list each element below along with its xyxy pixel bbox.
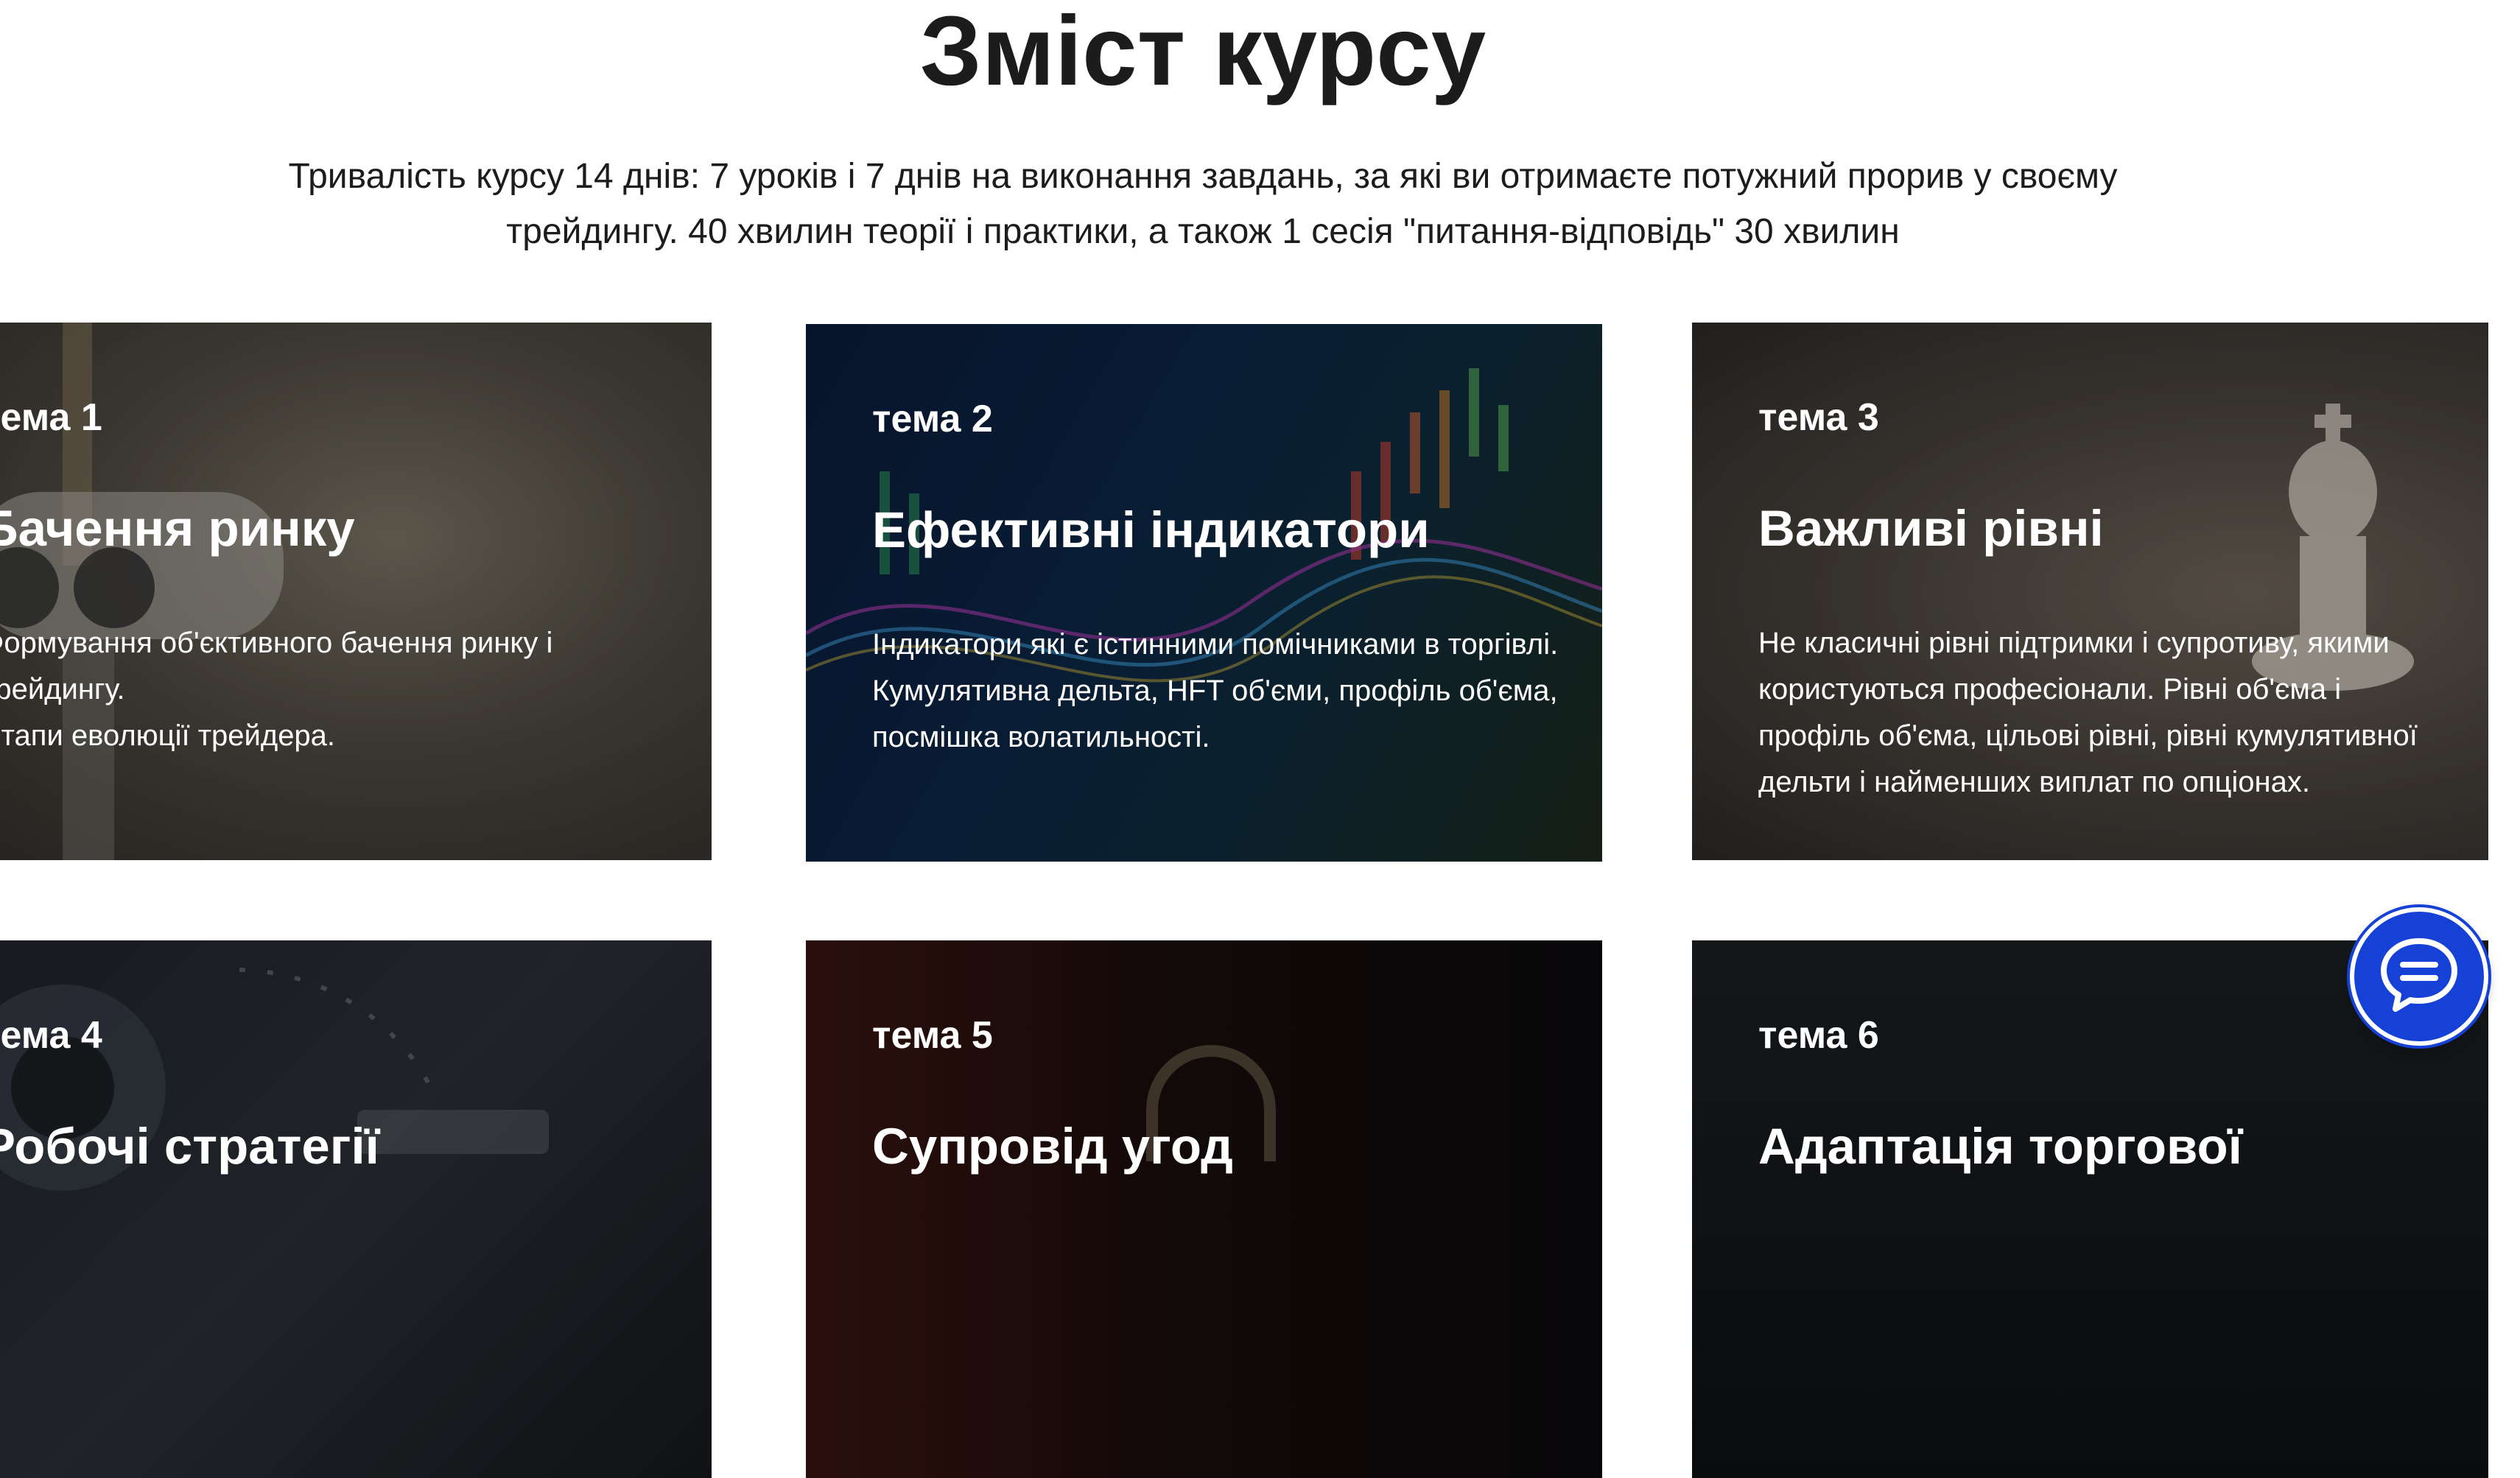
topic-heading: Робочі стратегії bbox=[0, 1118, 380, 1175]
topic-heading: Бачення ринку bbox=[0, 500, 355, 557]
course-description: Тривалість курсу 14 днів: 7 уроків і 7 д… bbox=[288, 157, 2118, 251]
topic-heading: Важливі рівні bbox=[1758, 500, 2104, 557]
card-overlay bbox=[0, 323, 712, 860]
page-title: Зміст курсу bbox=[919, 0, 1487, 106]
topic-heading: Ефективні індикатори bbox=[872, 502, 1430, 558]
topic-number: тема 1 bbox=[0, 396, 102, 439]
topic-card-2[interactable]: тема 2 Ефективні індикатори Індикатори я… bbox=[806, 324, 1602, 862]
topic-card-4[interactable]: тема 4 Робочі стратегії bbox=[0, 940, 712, 1478]
topic-description: Формування об'єктивного бачення ринку і … bbox=[0, 620, 682, 759]
topic-description-line: Індикатори які є істинними помічниками в… bbox=[872, 628, 1559, 753]
topic-heading: Супровід угод bbox=[872, 1118, 1233, 1175]
topic-number: тема 5 bbox=[872, 1014, 993, 1057]
topic-description-line: Етапи еволюції трейдера. bbox=[0, 719, 336, 752]
chat-bubble-icon bbox=[2378, 937, 2460, 1017]
chat-button[interactable] bbox=[2350, 907, 2488, 1046]
topic-card-5[interactable]: тема 5 Супровід угод bbox=[806, 940, 1602, 1478]
topic-description-line: Формування об'єктивного бачення ринку і … bbox=[0, 627, 553, 705]
topic-number: тема 4 bbox=[0, 1014, 102, 1057]
topic-description: Індикатори які є істинними помічниками в… bbox=[872, 622, 1573, 761]
topic-card-1[interactable]: тема 1 Бачення ринку Формування об'єктив… bbox=[0, 323, 712, 860]
topic-description: Не класичні рівні підтримки і супротиву,… bbox=[1758, 620, 2459, 806]
topic-description-line: Не класичні рівні підтримки і супротиву,… bbox=[1758, 627, 2418, 798]
topic-number: тема 2 bbox=[872, 398, 993, 440]
topic-heading: Адаптація торгової bbox=[1758, 1118, 2243, 1175]
topic-number: тема 6 bbox=[1758, 1014, 1879, 1057]
topic-card-3[interactable]: тема 3 Важливі рівні Не класичні рівні п… bbox=[1692, 323, 2488, 860]
topic-number: тема 3 bbox=[1758, 396, 1879, 439]
card-overlay bbox=[0, 940, 712, 1478]
